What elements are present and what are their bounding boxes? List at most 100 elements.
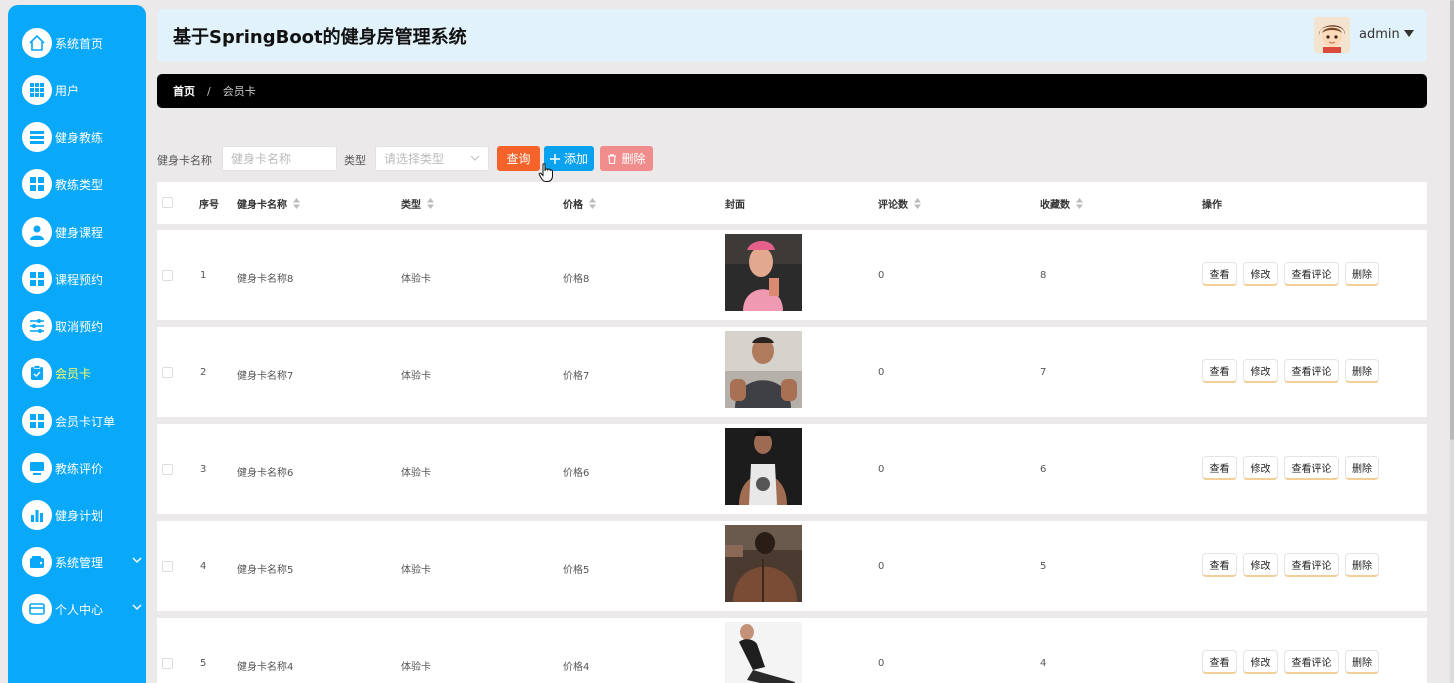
sidebar-item-label: 健身计划: [55, 508, 104, 523]
grid-icon: [22, 169, 52, 199]
sidebar-item-coaches[interactable]: 健身教练: [22, 121, 142, 153]
edit-button[interactable]: 修改: [1243, 553, 1278, 577]
sort-icon[interactable]: [589, 198, 596, 209]
view-button[interactable]: 查看: [1202, 456, 1237, 480]
view-button[interactable]: 查看: [1202, 553, 1237, 577]
sidebar-item-label: 用户: [55, 83, 80, 98]
delete-button[interactable]: 删除: [1345, 650, 1379, 674]
row-price: 价格7: [563, 371, 590, 382]
breadcrumb-separator: /: [207, 84, 211, 98]
avatar[interactable]: [1314, 17, 1350, 53]
sort-icon[interactable]: [293, 198, 300, 209]
sidebar-item-fitness-plan[interactable]: 健身计划: [22, 499, 142, 531]
view-comments-button[interactable]: 查看评论: [1284, 456, 1339, 480]
sidebar-item-coach-reviews[interactable]: 教练评价: [22, 452, 142, 484]
sidebar-item-users[interactable]: 用户: [22, 74, 142, 106]
cover-image[interactable]: [725, 331, 802, 408]
card-icon: [22, 594, 52, 624]
sidebar-item-member-card-orders[interactable]: 会员卡订单: [22, 405, 142, 437]
row-comments: 0: [878, 367, 885, 378]
row-checkbox[interactable]: [162, 270, 173, 281]
plus-icon: [549, 153, 560, 164]
sliders-icon: [22, 311, 52, 341]
row-checkbox[interactable]: [162, 464, 173, 475]
header-comments[interactable]: 评论数: [878, 196, 921, 211]
row-checkbox[interactable]: [162, 658, 173, 669]
view-comments-button[interactable]: 查看评论: [1284, 262, 1339, 286]
row-favorites: 5: [1040, 561, 1047, 572]
cover-image[interactable]: [725, 622, 802, 683]
row-name: 健身卡名称4: [237, 662, 294, 673]
view-button[interactable]: 查看: [1202, 359, 1237, 383]
row-index: 5: [200, 658, 207, 669]
table-row: 3 健身卡名称6 体验卡 价格6 0 6 查看 修改 查看评论 删除: [157, 424, 1427, 514]
delete-button[interactable]: 删除: [1345, 456, 1379, 480]
caret-down-icon[interactable]: [1404, 30, 1414, 37]
cover-image[interactable]: [725, 525, 802, 602]
sidebar-item-personal-center[interactable]: 个人中心: [22, 593, 142, 625]
sort-icon[interactable]: [914, 198, 921, 209]
sort-icon[interactable]: [1076, 198, 1083, 209]
batch-delete-button[interactable]: 删除: [600, 146, 653, 171]
sidebar-item-system-management[interactable]: 系统管理: [22, 546, 142, 578]
sidebar-item-home[interactable]: 系统首页: [22, 27, 142, 59]
header-price[interactable]: 价格: [563, 196, 596, 211]
header-index-label: 序号: [199, 200, 219, 211]
sidebar-item-label: 取消预约: [55, 319, 104, 334]
row-index: 1: [200, 270, 207, 281]
home-icon: [22, 28, 52, 58]
header-type[interactable]: 类型: [401, 196, 434, 211]
row-price: 价格6: [563, 468, 590, 479]
view-button[interactable]: 查看: [1202, 650, 1237, 674]
select-all-checkbox[interactable]: [162, 197, 173, 208]
wallet-icon: [22, 547, 52, 577]
trash-icon: [608, 153, 617, 164]
header-name[interactable]: 健身卡名称: [237, 196, 300, 211]
row-favorites: 7: [1040, 367, 1047, 378]
row-comments: 0: [878, 561, 885, 572]
sidebar-item-label: 健身课程: [55, 225, 104, 240]
sidebar-item-course-booking[interactable]: 课程预约: [22, 263, 142, 295]
monitor-icon: [22, 453, 52, 483]
user-name[interactable]: admin: [1359, 27, 1400, 42]
edit-button[interactable]: 修改: [1243, 456, 1278, 480]
row-price: 价格5: [563, 565, 590, 576]
view-comments-button[interactable]: 查看评论: [1284, 650, 1339, 674]
breadcrumb-home[interactable]: 首页: [173, 83, 195, 99]
edit-button[interactable]: 修改: [1243, 359, 1278, 383]
sidebar-item-label: 教练评价: [55, 461, 104, 476]
sidebar-item-courses[interactable]: 健身课程: [22, 216, 142, 248]
hand-cursor-icon: [538, 163, 553, 182]
row-favorites: 6: [1040, 464, 1047, 475]
query-button[interactable]: 查询: [497, 146, 540, 171]
sort-icon[interactable]: [427, 198, 434, 209]
scrollbar-thumb[interactable]: [1450, 0, 1454, 440]
row-favorites: 8: [1040, 270, 1047, 281]
sidebar-item-member-card[interactable]: 会员卡: [22, 357, 142, 389]
sidebar-item-label: 个人中心: [55, 602, 104, 617]
delete-button[interactable]: 删除: [1345, 359, 1379, 383]
view-button[interactable]: 查看: [1202, 262, 1237, 286]
header-favorites[interactable]: 收藏数: [1040, 196, 1083, 211]
cover-image[interactable]: [725, 428, 802, 505]
sidebar-item-label: 课程预约: [55, 272, 104, 287]
type-select[interactable]: 请选择类型: [375, 146, 489, 171]
top-header: 基于SpringBoot的健身房管理系统 admin: [157, 9, 1427, 62]
view-comments-button[interactable]: 查看评论: [1284, 359, 1339, 383]
edit-button[interactable]: 修改: [1243, 650, 1278, 674]
card-name-input[interactable]: 健身卡名称: [222, 146, 337, 171]
delete-button[interactable]: 删除: [1345, 553, 1379, 577]
sidebar-item-label: 会员卡: [55, 366, 92, 381]
row-price: 价格8: [563, 274, 590, 285]
row-checkbox[interactable]: [162, 367, 173, 378]
view-comments-button[interactable]: 查看评论: [1284, 553, 1339, 577]
row-checkbox[interactable]: [162, 561, 173, 572]
header-comments-label: 评论数: [878, 200, 908, 211]
cover-image[interactable]: [725, 234, 802, 311]
row-index: 4: [200, 561, 207, 572]
edit-button[interactable]: 修改: [1243, 262, 1278, 286]
sidebar-item-cancel-booking[interactable]: 取消预约: [22, 310, 142, 342]
delete-button[interactable]: 删除: [1345, 262, 1379, 286]
row-name: 健身卡名称5: [237, 565, 294, 576]
sidebar-item-coach-types[interactable]: 教练类型: [22, 168, 142, 200]
